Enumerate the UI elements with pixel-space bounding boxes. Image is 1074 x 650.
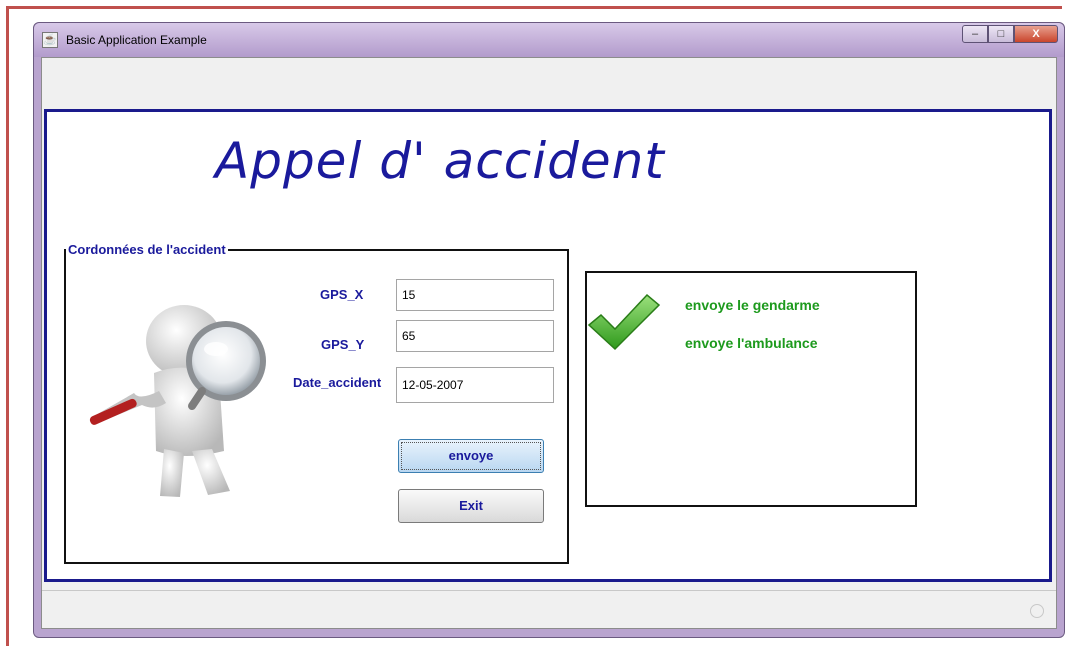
gps-x-label: GPS_X <box>320 287 364 302</box>
status-bar <box>42 590 1056 627</box>
date-accident-input[interactable] <box>396 367 554 403</box>
gps-y-input[interactable] <box>396 320 554 352</box>
result-panel: envoye le gendarme envoye l'ambulance <box>585 271 917 507</box>
close-button[interactable]: X <box>1014 25 1058 43</box>
minimize-button[interactable]: – <box>962 25 988 43</box>
java-app-icon: ☕ <box>42 32 58 48</box>
main-panel: Appel d' accident Cordonnées de l'accide… <box>44 109 1052 582</box>
maximize-button[interactable]: □ <box>988 25 1014 43</box>
app-window: ☕ Basic Application Example – □ X Appel … <box>33 22 1065 638</box>
window-client-area: Appel d' accident Cordonnées de l'accide… <box>41 57 1057 629</box>
result-line-gendarme: envoye le gendarme <box>685 297 820 313</box>
window-title: Basic Application Example <box>66 33 207 47</box>
exit-button[interactable]: Exit <box>398 489 544 523</box>
gps-x-input[interactable] <box>396 279 554 311</box>
coordinates-legend: Cordonnées de l'accident <box>66 242 228 257</box>
result-line-ambulance: envoye l'ambulance <box>685 335 818 351</box>
coordinates-panel: Cordonnées de l'accident GPS_X 15 GPS_Y … <box>64 242 569 564</box>
title-bar[interactable]: ☕ Basic Application Example – □ X <box>34 23 1064 57</box>
checkmark-icon <box>587 293 661 351</box>
gps-y-label: GPS_Y <box>321 337 365 352</box>
magnifier-figure-image <box>89 305 266 497</box>
envoye-button[interactable]: envoye <box>398 439 544 473</box>
date-accident-label: Date_accident <box>293 375 382 390</box>
busy-indicator-icon <box>1030 604 1044 618</box>
page-title: Appel d' accident <box>215 132 665 190</box>
window-controls: – □ X <box>962 25 1058 43</box>
